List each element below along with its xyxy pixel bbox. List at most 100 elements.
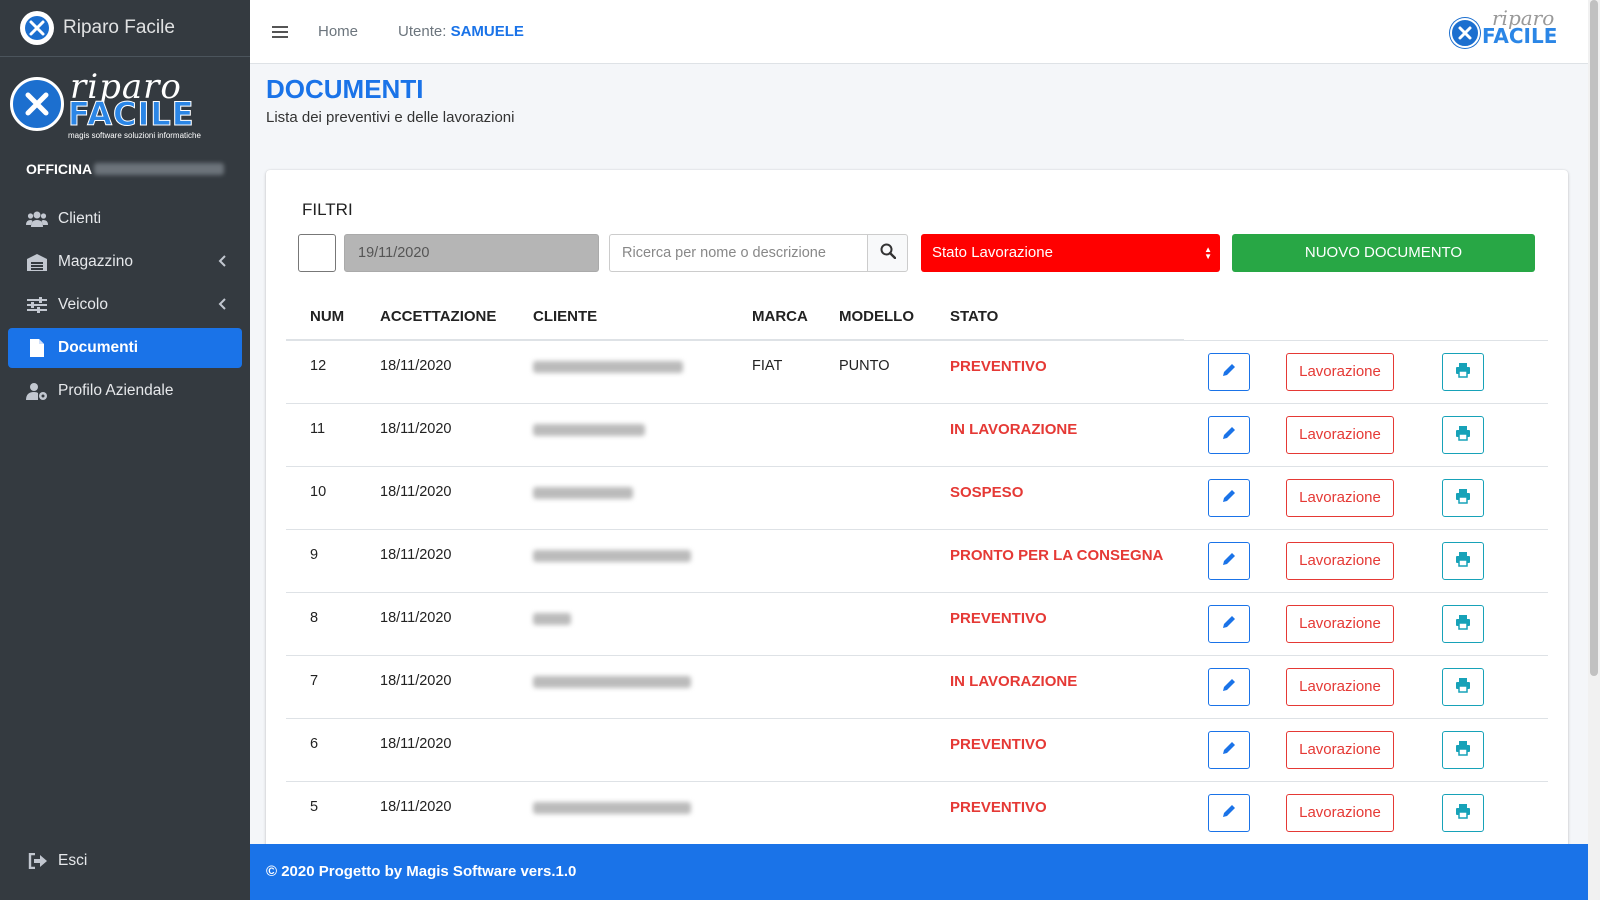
brand-name: Riparo Facile	[63, 17, 175, 38]
new-document-button[interactable]: NUOVO DOCUMENTO	[1232, 234, 1535, 272]
column-header-stato: STATO	[926, 294, 1184, 341]
lavorazione-button[interactable]: Lavorazione	[1286, 604, 1394, 643]
workshop-name: OFFICINA	[26, 161, 250, 177]
print-icon	[1455, 551, 1471, 571]
print-button[interactable]	[1442, 604, 1484, 643]
footer: © 2020 Progetto by Magis Software vers.1…	[250, 844, 1588, 900]
cell-stato: PREVENTIVO	[926, 339, 1184, 403]
sidebar-item-documenti[interactable]: Documenti	[8, 328, 242, 368]
print-button[interactable]	[1442, 730, 1484, 769]
cell-edit	[1184, 591, 1262, 655]
pencil-icon	[1221, 425, 1237, 445]
edit-button[interactable]	[1208, 604, 1250, 643]
column-header-print	[1418, 294, 1548, 340]
lavorazione-button[interactable]: Lavorazione	[1286, 667, 1394, 706]
pencil-icon	[1221, 614, 1237, 634]
sidebar-item-veicolo[interactable]: Veicolo	[8, 285, 242, 325]
table-row: 11 18/11/2020 IN LAVORAZIONE Lavorazione	[286, 402, 1548, 466]
edit-button[interactable]	[1208, 352, 1250, 391]
cell-cliente	[509, 717, 728, 781]
pencil-icon	[1221, 551, 1237, 571]
table-row: 5 18/11/2020 PREVENTIVO Lavorazione	[286, 780, 1548, 844]
edit-button[interactable]	[1208, 730, 1250, 769]
logout-link[interactable]: Esci	[28, 852, 87, 870]
print-icon	[1455, 362, 1471, 382]
table-row: 10 18/11/2020 SOSPESO Lavorazione	[286, 465, 1548, 529]
print-button[interactable]	[1442, 667, 1484, 706]
page-subtitle: Lista dei preventivi e delle lavorazioni	[266, 109, 515, 126]
print-button[interactable]	[1442, 415, 1484, 454]
cell-date: 18/11/2020	[356, 402, 509, 466]
cell-date: 18/11/2020	[356, 591, 509, 655]
wrench-logo-icon	[1450, 18, 1480, 48]
header-logo-word: FACILE	[1482, 24, 1558, 48]
lavorazione-button[interactable]: Lavorazione	[1286, 793, 1394, 832]
sidebar-item-profilo-aziendale[interactable]: Profilo Aziendale	[8, 371, 242, 411]
sidebar-item-label: Magazzino	[58, 253, 133, 270]
pencil-icon	[1221, 488, 1237, 508]
table-row: 9 18/11/2020 PRONTO PER LA CONSEGNA Lavoraz…	[286, 528, 1548, 592]
cell-stato: PREVENTIVO	[926, 717, 1184, 781]
edit-button[interactable]	[1208, 478, 1250, 517]
sidebar-item-magazzino[interactable]: Magazzino	[8, 242, 242, 282]
state-select[interactable]: Stato Lavorazione ▲ ▼	[921, 234, 1220, 272]
cell-print	[1418, 465, 1548, 529]
cell-num: 10	[286, 465, 356, 529]
print-button[interactable]	[1442, 478, 1484, 517]
brand-link[interactable]: Riparo Facile	[0, 0, 250, 57]
edit-button[interactable]	[1208, 793, 1250, 832]
cell-marca	[728, 465, 815, 529]
edit-button[interactable]	[1208, 667, 1250, 706]
page-scrollbar[interactable]	[1588, 0, 1600, 900]
cell-date: 18/11/2020	[356, 465, 509, 529]
scrollbar-thumb[interactable]	[1590, 0, 1598, 676]
menu-toggle-icon[interactable]	[272, 25, 288, 38]
cell-num: 11	[286, 402, 356, 466]
cell-edit	[1184, 780, 1262, 844]
lavorazione-button[interactable]: Lavorazione	[1286, 352, 1394, 391]
print-button[interactable]	[1442, 352, 1484, 391]
cell-print	[1418, 339, 1548, 403]
cell-cliente	[509, 339, 728, 403]
print-button[interactable]	[1442, 541, 1484, 580]
edit-button[interactable]	[1208, 541, 1250, 580]
client-name-redacted	[533, 361, 683, 373]
cell-date: 18/11/2020	[356, 528, 509, 592]
lavorazione-button[interactable]: Lavorazione	[1286, 541, 1394, 580]
cell-stato: IN LAVORAZIONE	[926, 654, 1184, 718]
select-arrows-icon: ▲ ▼	[1204, 245, 1212, 261]
cell-modello	[815, 717, 926, 781]
print-icon	[1455, 614, 1471, 634]
sidebar-item-label: Documenti	[58, 339, 139, 356]
user-name: SAMUELE	[450, 23, 524, 40]
lavorazione-button[interactable]: Lavorazione	[1286, 730, 1394, 769]
search-icon	[880, 243, 896, 263]
lavorazione-button[interactable]: Lavorazione	[1286, 478, 1394, 517]
cell-date: 18/11/2020	[356, 780, 509, 844]
date-filter-checkbox[interactable]	[298, 234, 336, 272]
sidebar-logo: riparo FACILE magis software soluzioni i…	[10, 67, 235, 140]
sidebar-item-clienti[interactable]: Clienti	[8, 199, 242, 239]
current-user: Utente: SAMUELE	[398, 23, 524, 40]
print-icon	[1455, 740, 1471, 760]
cell-lavorazione: Lavorazione	[1262, 402, 1418, 466]
search-input[interactable]	[609, 234, 867, 272]
cell-cliente	[509, 528, 728, 592]
search-button[interactable]	[867, 234, 908, 272]
date-filter-input[interactable]: 19/11/2020	[344, 234, 599, 272]
table-row: 6 18/11/2020 PREVENTIVO Lavorazione	[286, 717, 1548, 781]
cell-stato: PRONTO PER LA CONSEGNA	[926, 528, 1184, 592]
print-button[interactable]	[1442, 793, 1484, 832]
home-link[interactable]: Home	[318, 23, 358, 40]
cell-marca: FIAT	[728, 339, 815, 403]
documents-table: NUM ACCETTAZIONE CLIENTE MARCA MODELLO S…	[286, 294, 1548, 844]
edit-button[interactable]	[1208, 415, 1250, 454]
cell-print	[1418, 402, 1548, 466]
client-name-redacted	[533, 423, 645, 436]
logo-tagline: magis software soluzioni informatiche	[68, 131, 201, 140]
cell-modello	[815, 591, 926, 655]
user-label: Utente:	[398, 23, 447, 40]
lavorazione-button[interactable]: Lavorazione	[1286, 415, 1394, 454]
cell-stato: IN LAVORAZIONE	[926, 402, 1184, 466]
cell-cliente	[509, 654, 728, 718]
